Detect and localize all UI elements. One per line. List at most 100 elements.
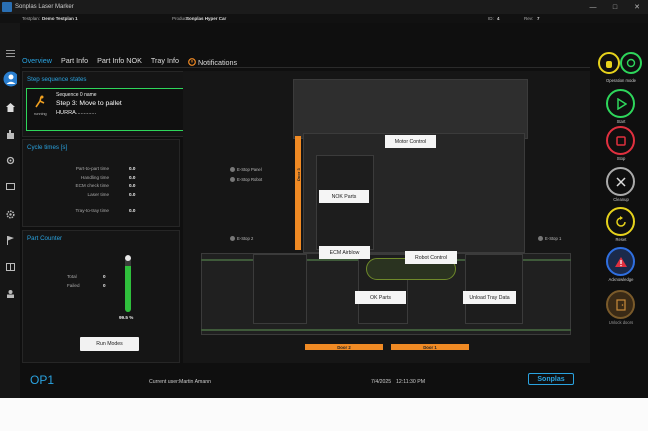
window-controls: — □ ✕	[582, 0, 648, 14]
current-step: Step 3: Move to pallet	[56, 100, 122, 107]
left-sidebar	[0, 23, 20, 398]
auto-mode-button[interactable]	[620, 52, 642, 74]
app-window: Sonplas Laser Marker — □ ✕ Testplan: Dem…	[0, 0, 648, 431]
reset-button[interactable]	[606, 207, 635, 236]
door-1-bar: Door 1	[391, 344, 469, 350]
home-icon[interactable]	[3, 101, 17, 113]
testplan-value: Demo Testplan 1	[42, 16, 78, 21]
start-label: Start	[616, 119, 626, 124]
right-control-bar: Operation mode Start Stop Cleanup Reset …	[598, 47, 648, 347]
nok-parts-label[interactable]: NOK Parts	[319, 190, 369, 203]
project-info-bar: Testplan: Demo Testplan 1 Product: Sonpl…	[0, 14, 648, 23]
hand-mode-button[interactable]	[598, 52, 620, 74]
door-icon	[615, 298, 626, 311]
run-modes-button[interactable]: Run Modes	[80, 337, 139, 351]
alert-triangle-icon	[614, 256, 627, 267]
reset-label: Reset	[615, 237, 627, 242]
tray-rack-1	[253, 254, 307, 324]
window-title: Sonplas Laser Marker	[15, 4, 74, 10]
step-sequence-title: Step sequence states	[27, 76, 87, 83]
estop-2: E-Stop 2	[230, 236, 253, 241]
status-time: 12:11:30 PM	[396, 379, 426, 385]
monitor-icon[interactable]	[3, 181, 17, 193]
stop-button[interactable]	[606, 126, 635, 155]
estop-panel: E-Stop Panel	[230, 167, 262, 172]
cleanup-label: Cleanup	[613, 197, 629, 202]
unlock-doors-label: Unlock doors	[608, 320, 634, 325]
hand-icon	[606, 61, 612, 68]
acknowledge-button[interactable]	[606, 247, 635, 276]
total-value: 0	[103, 274, 106, 279]
gear-icon[interactable]	[3, 208, 17, 220]
cycle-times-panel: Cycle times [s] Part-to-part time 0.0 Ha…	[22, 139, 180, 227]
total-label: Total	[67, 274, 77, 279]
ecm-airblow-label[interactable]: ECM Airblow	[319, 246, 370, 259]
close-icon[interactable]: ✕	[626, 0, 648, 14]
tray-rack-3	[465, 254, 523, 324]
flag-icon[interactable]	[3, 234, 17, 246]
maximize-icon[interactable]: □	[604, 0, 626, 14]
tab-notifications-label: Notifications	[197, 57, 238, 67]
estop-robot: E-Stop Robot	[230, 177, 262, 182]
product-value: Sonplas Hyper Car	[186, 16, 227, 21]
rev-value: 7	[537, 16, 540, 21]
warning-icon	[188, 58, 196, 66]
book-icon[interactable]	[3, 261, 17, 273]
motor-control-label[interactable]: Motor Control	[385, 135, 436, 148]
sequence-name: Sequence 0 name	[56, 92, 97, 98]
estop-1: E-Stop 1	[538, 236, 561, 241]
reset-icon	[615, 215, 626, 227]
operation-mode-label: Operation mode	[605, 78, 637, 83]
running-robot-icon	[35, 95, 45, 108]
cleanup-x-icon	[615, 176, 626, 187]
failed-value: 0	[103, 283, 106, 288]
failed-label: Failed	[67, 283, 80, 288]
testplan-label: Testplan:	[22, 16, 41, 21]
bottom-blank-area	[0, 398, 648, 431]
part-to-part-value: 0.0	[129, 166, 136, 171]
current-user-label: Current user:	[149, 379, 180, 385]
unload-tray-data-label[interactable]: Unload Tray Data	[463, 291, 516, 304]
handling-time-label: Handling time	[80, 175, 109, 180]
rev-label: Rev:	[524, 16, 534, 21]
user-icon[interactable]	[3, 70, 17, 87]
station-name: OP1	[30, 373, 55, 387]
status-bar: OP1 Current user: Martin Amann 7/4/2025 …	[20, 370, 590, 392]
laser-icon[interactable]	[3, 128, 17, 140]
cleanup-button[interactable]	[606, 167, 635, 196]
step-state-label: running	[34, 112, 47, 116]
part-counter-gauge-cap	[125, 255, 131, 261]
menu-icon[interactable]	[3, 47, 17, 59]
stop-label: Stop	[616, 156, 626, 161]
part-counter-panel: Part Counter Total 0 Failed 0 99.5 % Run…	[22, 230, 180, 363]
app-logo-icon	[2, 2, 12, 12]
conveyor-rail-bottom	[201, 329, 571, 331]
minimize-icon[interactable]: —	[582, 0, 604, 14]
stop-icon	[615, 135, 626, 146]
door-3-label: Door 3	[296, 168, 301, 181]
part-counter-gauge-fill	[125, 266, 131, 312]
ecm-check-value: 0.0	[129, 183, 136, 188]
id-label: ID:	[488, 16, 494, 21]
title-bar: Sonplas Laser Marker — □ ✕	[0, 0, 648, 14]
machine-layout-canvas: Door 3 E-Stop Panel E-Stop Robot E-Stop …	[183, 71, 590, 363]
part-counter-gauge	[125, 255, 131, 312]
cycle-times-title: Cycle times [s]	[27, 144, 68, 151]
play-icon	[616, 97, 627, 110]
user-admin-icon[interactable]	[3, 287, 17, 299]
part-to-part-label: Part-to-part time	[75, 166, 109, 171]
unlock-doors-button[interactable]	[606, 290, 635, 319]
step-message: HURRA.............	[56, 110, 97, 116]
ok-parts-label[interactable]: OK Parts	[355, 291, 406, 304]
machine-top-frame	[293, 79, 528, 139]
robot-control-label[interactable]: Robot Control	[405, 251, 457, 264]
id-value: 4	[497, 16, 500, 21]
start-button[interactable]	[606, 89, 635, 118]
current-user-name: Martin Amann	[179, 379, 212, 385]
tray-to-tray-value: 0.0	[129, 208, 136, 213]
acknowledge-label: Acknowledge	[608, 277, 634, 282]
status-date: 7/4/2025	[371, 379, 392, 385]
laser-time-label: Laser time	[87, 192, 109, 197]
settings-tools-icon[interactable]	[3, 154, 17, 166]
tray-to-tray-label: Tray-to-tray time	[75, 208, 109, 213]
